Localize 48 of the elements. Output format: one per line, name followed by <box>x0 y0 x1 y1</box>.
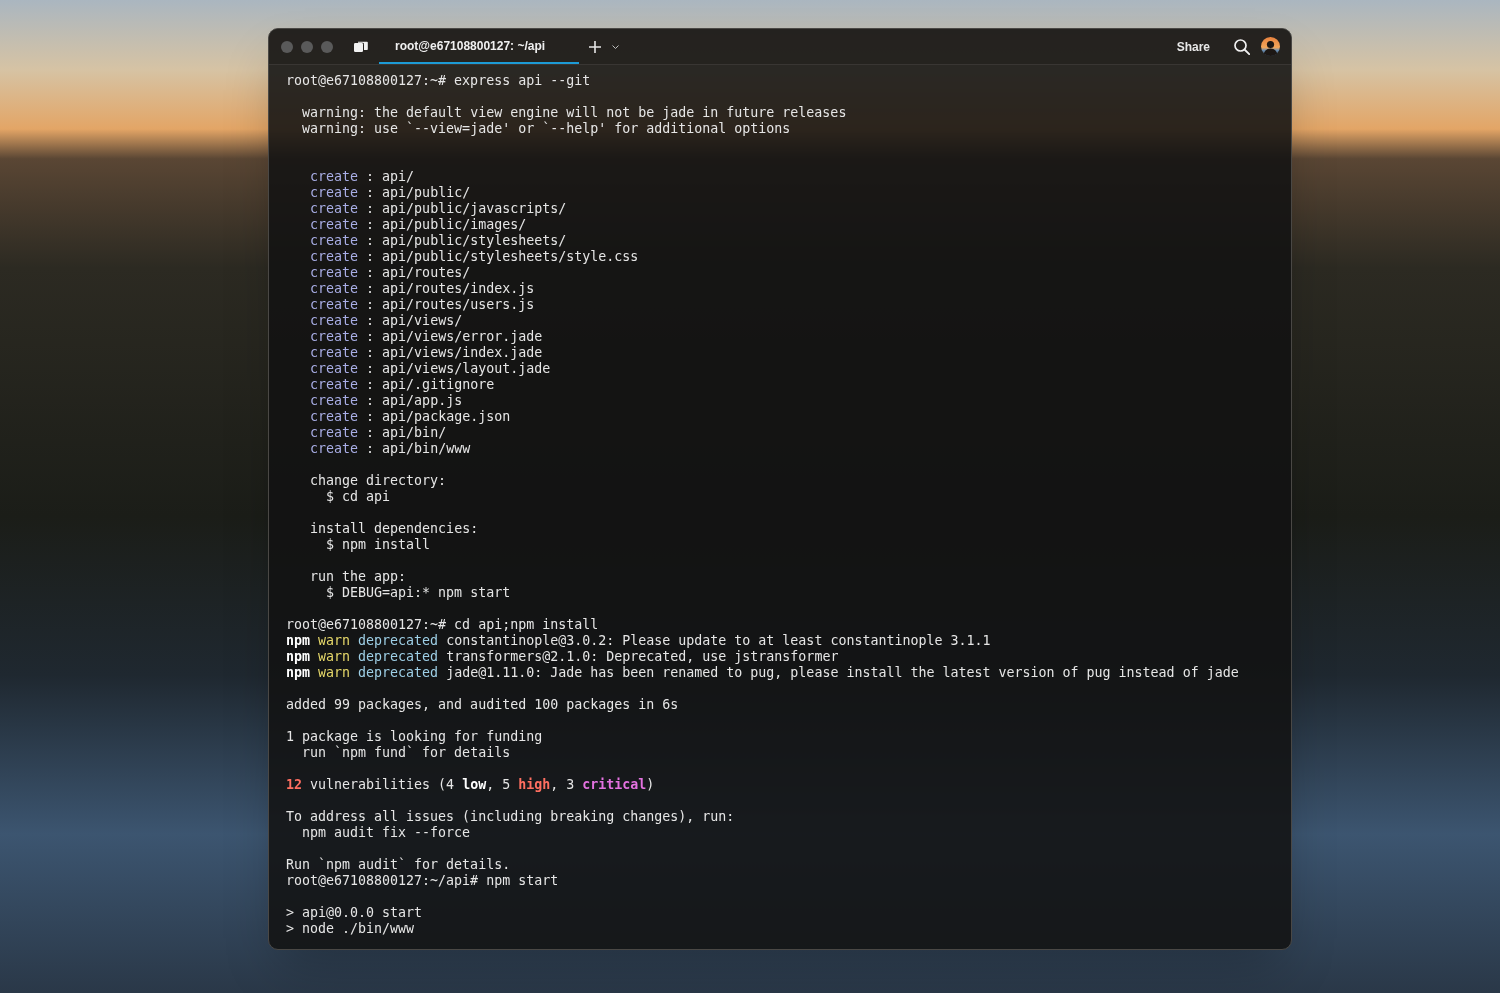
output-line: create : api/.gitignore <box>310 377 495 393</box>
output-line: create : api/views/index.jade <box>310 345 543 361</box>
overlapping-cards-icon[interactable] <box>354 41 368 52</box>
output-line: create : api/routes/index.js <box>310 281 535 297</box>
output-line: warning: the default view engine will not be jade in future releases <box>302 105 847 121</box>
output-line: create : api/views/layout.jade <box>310 361 551 377</box>
output-line: warning: use `--view=jade' or `--help' for additional options <box>302 121 791 137</box>
output-line: create : api/routes/users.js <box>310 297 535 313</box>
output-line: create : api/public/stylesheets/ <box>310 233 567 249</box>
prompt-line: root@e67108800127:~# cd api;npm install <box>286 617 599 633</box>
output-line: create : api/app.js <box>310 393 463 409</box>
output-line: $ npm install <box>326 537 431 553</box>
output-line: run `npm fund` for details <box>302 745 511 761</box>
output-line: create : api/public/stylesheets/style.css <box>310 249 639 265</box>
output-line: $ DEBUG=api:* npm start <box>326 585 511 601</box>
output-line: create : api/views/ <box>310 313 463 329</box>
output-line: install dependencies: <box>310 521 479 537</box>
output-line: > api@0.0.0 start <box>286 905 423 921</box>
chevron-down-icon[interactable] <box>612 44 619 49</box>
output-line: To address all issues (including breaking changes), run: <box>286 809 735 825</box>
output-line: > node ./bin/www <box>286 921 415 937</box>
output-line: create : api/bin/www <box>310 441 471 457</box>
output-line: create : api/bin/ <box>310 425 447 441</box>
plus-icon[interactable] <box>589 40 601 53</box>
output-line: $ cd api <box>326 489 391 505</box>
output-line: create : api/ <box>310 169 415 185</box>
output-line: run the app: <box>310 569 407 585</box>
prompt-line: root@e67108800127:~# express api --git <box>286 73 591 89</box>
output-line: create : api/public/javascripts/ <box>310 201 567 217</box>
output-line: Run `npm audit` for details. <box>286 857 511 873</box>
output-line: npm warn deprecated transformers@2.1.0: Deprecated, use jstransformer <box>286 649 839 665</box>
avatar-icon[interactable] <box>1261 37 1280 56</box>
output-line: 12 vulnerabilities (4 low, 5 high, 3 critical) <box>286 777 655 793</box>
share-button[interactable]: Share <box>1176 39 1210 54</box>
output-line: added 99 packages, and audited 100 packages in 6s <box>286 697 679 713</box>
output-line: create : api/views/error.jade <box>310 329 543 345</box>
prompt-line: root@e67108800127:~/api# npm start <box>286 873 559 889</box>
output-line: change directory: <box>310 473 447 489</box>
output-line: create : api/public/ <box>310 185 471 201</box>
output-line: npm warn deprecated constantinople@3.0.2: Please update to at least constantinople 3.1.1 <box>286 633 991 649</box>
output-line: npm warn deprecated jade@1.11.0: Jade has been renamed to pug, please install the latest version of pug instead of jade <box>286 665 1239 681</box>
tab[interactable]: root@e67108800127: ~/api <box>379 30 579 64</box>
output-line: create : api/package.json <box>310 409 511 425</box>
output-line: create : api/public/images/ <box>310 217 527 233</box>
output-line: 1 package is looking for funding <box>286 729 543 745</box>
output-line: create : api/routes/ <box>310 265 471 281</box>
output-line: npm audit fix --force <box>302 825 471 841</box>
search-icon[interactable] <box>1234 38 1250 55</box>
